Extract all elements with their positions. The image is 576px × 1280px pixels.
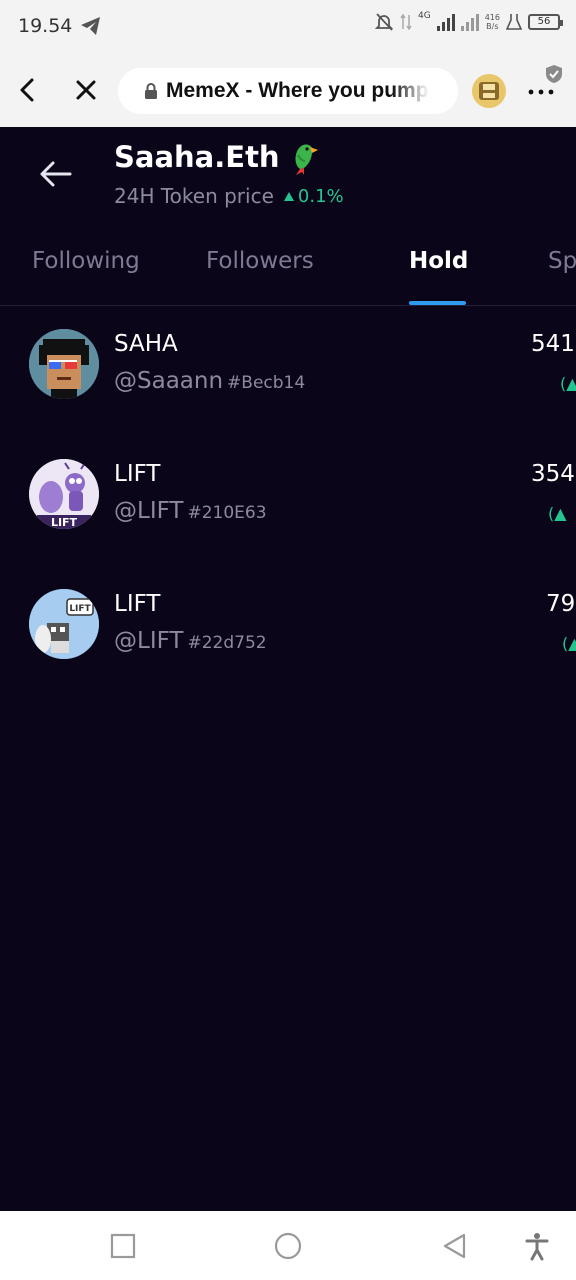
avatar[interactable]: LIFT [29, 589, 99, 659]
holder-handle-row: @LIFT #22d752 [114, 628, 267, 654]
battery-icon: 56 [528, 14, 563, 30]
mute-icon [374, 13, 394, 31]
system-nav-bar [0, 1211, 576, 1280]
tab-hold[interactable]: Hold [409, 248, 468, 274]
holder-tag: #Becb14 [227, 373, 306, 393]
price-row: 24H Token price 0.1% [114, 184, 344, 208]
holder-handle: @LIFT [114, 498, 184, 524]
active-tab-indicator [409, 301, 466, 305]
triangle-up-icon [283, 191, 294, 201]
holder-handle-row: @Saaann #Becb14 [114, 368, 305, 394]
triangle-back-icon[interactable] [440, 1231, 470, 1261]
status-time: 19.54 [18, 15, 73, 37]
signal-icon-2 [460, 13, 479, 31]
holder-name: LIFT [114, 591, 161, 617]
url-bar[interactable]: MemeX - Where you pump [118, 68, 458, 114]
pixel-avatar-icon [29, 329, 99, 399]
list-item[interactable]: LIFT LIFT @LIFT #22d752 79 (▲ [0, 566, 576, 696]
profile-header: Saaha.Eth 24H Token price 0.1% [0, 127, 576, 227]
telegram-icon [81, 17, 101, 35]
flask-icon [506, 14, 522, 30]
avatar[interactable] [29, 329, 99, 399]
net-type: 4G [418, 11, 431, 21]
circle-icon[interactable] [273, 1231, 303, 1261]
holder-change: (▲ [562, 634, 576, 653]
lift-avatar-icon: LIFT [29, 589, 99, 659]
close-icon[interactable] [72, 76, 100, 104]
profile-name-row: Saaha.Eth [114, 139, 322, 175]
price-change-value: 0.1% [297, 185, 344, 207]
site-favicon-icon[interactable] [472, 74, 506, 108]
holder-change: (▲ [548, 504, 567, 523]
avatar[interactable]: LIFT [29, 459, 99, 529]
profile-name: Saaha.Eth [114, 140, 280, 174]
data-arrows-icon [400, 13, 412, 31]
signal-icon [436, 13, 455, 31]
lock-icon [145, 83, 157, 99]
holder-name: LIFT [114, 461, 161, 487]
more-icon[interactable] [526, 80, 556, 100]
holder-amount: 354 [531, 461, 575, 487]
lift-avatar-icon: LIFT [29, 459, 99, 529]
svg-text:LIFT: LIFT [69, 604, 91, 614]
holder-handle: @Saaann [114, 368, 224, 394]
holder-amount: 79 [546, 591, 576, 617]
price-change: 0.1% [283, 185, 344, 207]
holder-amount: 541 [531, 331, 575, 357]
back-icon[interactable] [14, 76, 42, 104]
net-speed: 416 B/s [484, 13, 500, 31]
arrow-left-icon[interactable] [38, 159, 74, 189]
holder-handle: @LIFT [114, 628, 184, 654]
list-item[interactable]: SAHA @Saaann #Becb14 541 (▲ [0, 306, 576, 436]
square-icon[interactable] [108, 1231, 138, 1261]
tab-sp[interactable]: Sp [548, 248, 576, 274]
holder-tag: #22d752 [187, 633, 267, 653]
parrot-icon [295, 144, 318, 175]
svg-text:LIFT: LIFT [51, 516, 78, 529]
tab-followers[interactable]: Followers [206, 248, 314, 274]
holder-handle-row: @LIFT #210E63 [114, 498, 267, 524]
tab-bar: Following Followers Hold Sp [0, 228, 576, 306]
status-bar: 19.54 4G 416 B/s 56 [0, 0, 576, 52]
holder-name: SAHA [114, 331, 178, 357]
holder-tag: #210E63 [187, 503, 267, 523]
price-label: 24H Token price [114, 184, 274, 208]
accessibility-icon[interactable] [522, 1231, 552, 1261]
save-icon [479, 82, 499, 100]
browser-bar: MemeX - Where you pump [0, 52, 576, 127]
list-item[interactable]: LIFT LIFT @LIFT #210E63 354 (▲ [0, 436, 576, 566]
tab-following[interactable]: Following [32, 248, 140, 274]
holder-change: (▲ [560, 374, 576, 393]
holder-list: SAHA @Saaann #Becb14 541 (▲ LIFT LIFT @LI… [0, 306, 576, 696]
url-text: MemeX - Where you pump [166, 79, 429, 102]
